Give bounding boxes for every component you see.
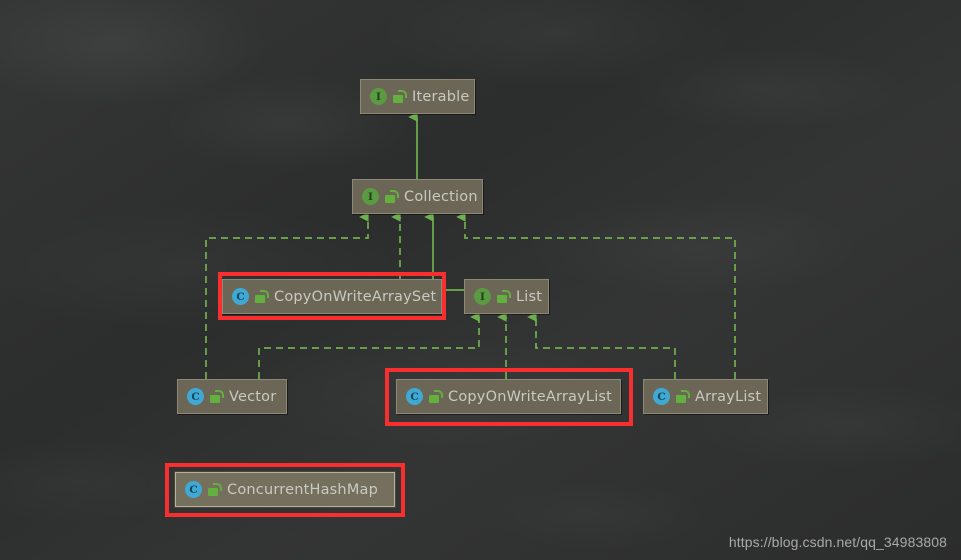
public-unlocked-icon [429,390,443,403]
class-badge-icon: C [187,388,204,405]
node-arraylist[interactable]: C ArrayList [643,379,768,414]
class-badge-icon: C [232,288,249,305]
node-concurrenthashmap[interactable]: C ConcurrentHashMap [174,471,396,508]
public-unlocked-icon [393,90,407,103]
node-label: CopyOnWriteArraySet [274,288,437,305]
node-label: Iterable [412,88,470,105]
node-label: ConcurrentHashMap [227,481,379,498]
interface-badge-icon: I [362,188,379,205]
class-badge-icon: C [653,388,670,405]
node-collection[interactable]: I Collection [352,179,483,214]
public-unlocked-icon [210,390,224,403]
node-vector[interactable]: C Vector [177,379,287,414]
interface-badge-icon: I [474,288,491,305]
public-unlocked-icon [255,290,269,303]
class-badge-icon: C [406,388,423,405]
public-unlocked-icon [497,290,511,303]
node-label: ArrayList [695,388,762,405]
node-iterable[interactable]: I Iterable [360,79,475,114]
node-label: Vector [229,388,277,405]
node-copyonwritearraylist[interactable]: C CopyOnWriteArrayList [396,379,621,414]
watermark-text: https://blog.csdn.net/qq_34983808 [728,534,947,550]
public-unlocked-icon [385,190,399,203]
public-unlocked-icon [676,390,690,403]
node-label: Collection [404,188,478,205]
diagram-canvas: I Iterable I Collection C CopyOnWriteArr… [0,0,961,560]
edge-arraylist-to-list [527,312,676,379]
class-badge-icon: C [185,481,202,498]
node-label: List [516,288,543,305]
edge-vector-to-list [258,312,480,379]
public-unlocked-icon [208,483,222,496]
node-label: CopyOnWriteArrayList [448,388,613,405]
node-list[interactable]: I List [464,279,549,314]
interface-badge-icon: I [370,88,387,105]
node-copyonwritearrayset[interactable]: C CopyOnWriteArraySet [222,279,442,314]
